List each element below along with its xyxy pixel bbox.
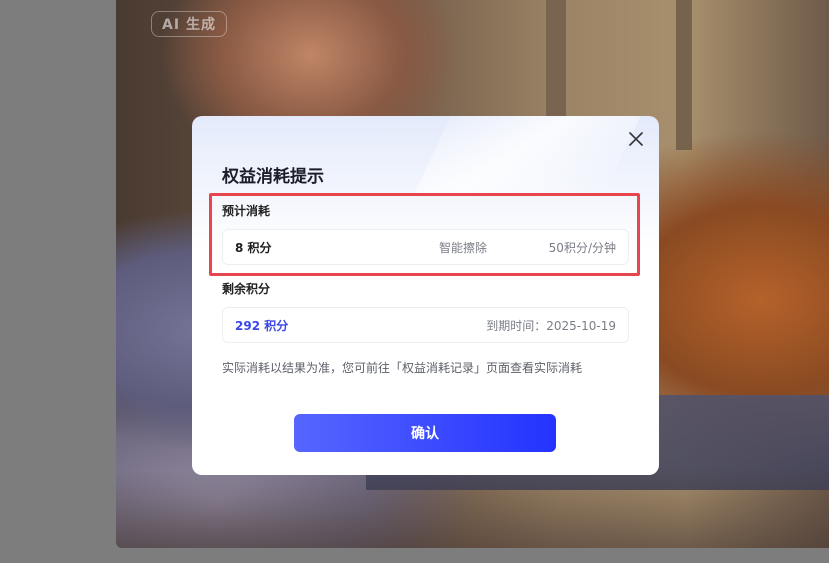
consumption-note: 实际消耗以结果为准，您可前往「权益消耗记录」页面查看实际消耗 [222,361,583,375]
remaining-label: 剩余积分 [222,282,271,296]
confirm-button[interactable]: 确认 [294,414,556,452]
remaining-amount: 292 积分 [235,318,289,333]
close-icon [629,132,643,146]
highlight-annotation [209,193,640,276]
remaining-expiry: 到期时间：2025-10-19 [486,318,616,333]
remaining-row: 292 积分 到期时间：2025-10-19 [222,307,629,343]
consumption-dialog: 权益消耗提示 预计消耗 8 积分 智能擦除 50积分/分钟 剩余积分 292 积… [192,116,659,475]
close-button[interactable] [625,128,647,150]
dialog-decoration [413,116,655,196]
ai-generated-badge: AI 生成 [151,11,227,37]
dialog-title: 权益消耗提示 [222,167,324,187]
background-floor [116,470,829,548]
